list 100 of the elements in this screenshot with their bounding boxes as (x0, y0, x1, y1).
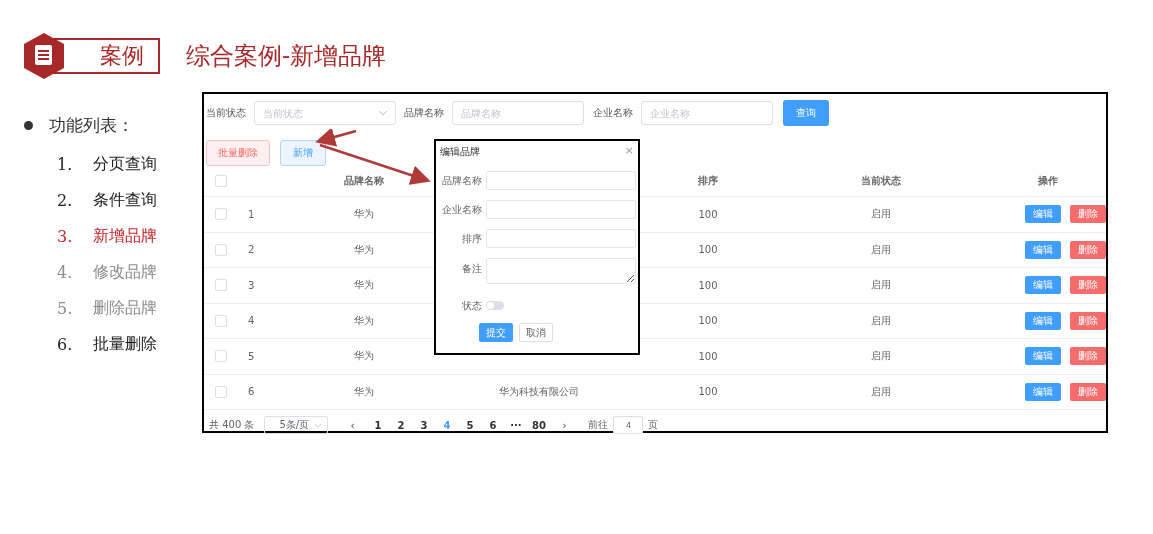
table-cell: 6 (248, 386, 255, 398)
table-cell: 100 (698, 315, 718, 327)
page-number[interactable]: 1 (366, 419, 390, 431)
checkbox[interactable] (215, 175, 227, 187)
page-number[interactable]: 4 (435, 419, 459, 431)
item-number: 4. (57, 262, 73, 282)
column-header: 品牌名称 (343, 174, 385, 188)
field-label: 品牌名称 (441, 173, 482, 188)
edit-button[interactable]: 编辑 (1024, 311, 1061, 330)
checkbox[interactable] (215, 314, 227, 327)
textarea-field[interactable] (486, 258, 636, 284)
item-number: 5. (57, 298, 73, 318)
item-number: 6. (57, 334, 73, 354)
table-cell: 启用 (871, 313, 891, 328)
submit-button[interactable]: 提交 (479, 323, 513, 342)
table-cell: 1 (248, 208, 255, 220)
delete-button[interactable]: 删除 (1069, 205, 1106, 224)
table-cell: 华为科技有限公司 (499, 384, 579, 399)
field-label: 企业名称 (593, 106, 633, 120)
chevron-down-icon (314, 422, 323, 428)
table-cell: 启用 (871, 278, 891, 293)
page-number[interactable]: 5 (458, 419, 482, 431)
goto-label: 前往 (588, 418, 609, 432)
table-cell: 启用 (871, 384, 891, 399)
edit-button[interactable]: 编辑 (1024, 240, 1061, 259)
table-cell: 启用 (871, 242, 891, 257)
page-number[interactable]: 3 (412, 419, 436, 431)
document-icon (24, 33, 64, 79)
table-cell: 华为 (354, 242, 374, 257)
table-cell: 启用 (871, 349, 891, 364)
list-heading: 功能列表： (49, 114, 134, 137)
feature-label: 批量删除 (93, 333, 157, 355)
feature-label: 分页查询 (93, 153, 157, 175)
page-unit: 页 (648, 418, 659, 432)
edit-button[interactable]: 编辑 (1024, 382, 1061, 401)
close-button[interactable]: × (624, 145, 634, 156)
next-page-button[interactable]: › (550, 419, 579, 431)
field-label: 备注 (461, 262, 482, 276)
feature-label: 新增品牌 (93, 225, 157, 247)
page-number[interactable]: ··· (504, 419, 528, 431)
dialog-title: 编辑品牌 (440, 145, 480, 159)
table-cell: 2 (248, 244, 255, 256)
chevron-down-icon (378, 110, 388, 116)
feature-label: 条件查询 (93, 189, 157, 211)
page-number[interactable]: 80 (527, 419, 551, 431)
page-number[interactable]: 2 (389, 419, 413, 431)
feature-label: 修改品牌 (93, 261, 157, 283)
bullet-icon (24, 121, 33, 130)
add-button[interactable]: 新增 (280, 140, 326, 166)
item-number: 3. (57, 226, 73, 246)
page-input[interactable]: 4 (613, 416, 644, 434)
edit-button[interactable]: 编辑 (1024, 347, 1061, 366)
checkbox[interactable] (215, 385, 227, 398)
item-number: 1. (57, 154, 73, 174)
query-button[interactable]: 查询 (783, 100, 829, 126)
delete-button[interactable]: 删除 (1069, 311, 1106, 330)
column-header: 排序 (697, 174, 719, 188)
table-cell: 5 (248, 350, 255, 362)
input-field[interactable] (486, 171, 636, 190)
checkbox[interactable] (215, 350, 227, 363)
field-label: 状态 (461, 298, 482, 313)
field-label: 企业名称 (441, 202, 482, 217)
field-label: 当前状态 (206, 106, 246, 120)
table-cell: 3 (248, 279, 255, 291)
table-cell: 华为 (354, 349, 374, 364)
delete-button[interactable]: 删除 (1069, 276, 1106, 295)
table-cell: 华为 (354, 278, 374, 293)
previous-page-button[interactable]: ‹ (338, 419, 367, 431)
edit-button[interactable]: 编辑 (1024, 205, 1061, 224)
field-label: 品牌名称 (404, 106, 444, 120)
input-field[interactable] (486, 229, 636, 248)
checkbox[interactable] (215, 208, 227, 221)
column-header: 当前状态 (860, 174, 902, 188)
item-number: 2. (57, 190, 73, 210)
delete-button[interactable]: 删除 (1069, 240, 1106, 259)
delete-button[interactable]: 删除 (1069, 347, 1106, 366)
slide-title: 综合案例-新增品牌 (186, 41, 387, 72)
cancel-button[interactable]: 取消 (519, 323, 553, 342)
edit-button[interactable]: 编辑 (1024, 276, 1061, 295)
table-cell: 华为 (354, 313, 374, 328)
table-cell: 100 (698, 244, 718, 256)
search-field[interactable]: 企业名称 (641, 101, 773, 125)
checkbox[interactable] (215, 279, 227, 292)
column-header: 操作 (1037, 174, 1059, 188)
table-cell: 100 (698, 350, 718, 362)
input-field[interactable] (486, 200, 636, 219)
delete-button[interactable]: 删除 (1069, 382, 1106, 401)
table-cell: 100 (698, 279, 718, 291)
table-cell: 4 (248, 315, 255, 327)
table-cell: 100 (698, 208, 718, 220)
table-cell: 启用 (871, 207, 891, 222)
field-label: 排序 (461, 231, 482, 246)
feature-label: 删除品牌 (93, 297, 157, 319)
toggle-switch[interactable] (486, 301, 504, 310)
page-number[interactable]: 6 (481, 419, 505, 431)
table-cell: 华为 (354, 207, 374, 222)
page-size-select[interactable]: 5条/页 (264, 416, 329, 434)
batch-delete-button[interactable]: 批量删除 (206, 140, 270, 166)
table-cell: 100 (698, 386, 718, 398)
checkbox[interactable] (215, 243, 227, 256)
